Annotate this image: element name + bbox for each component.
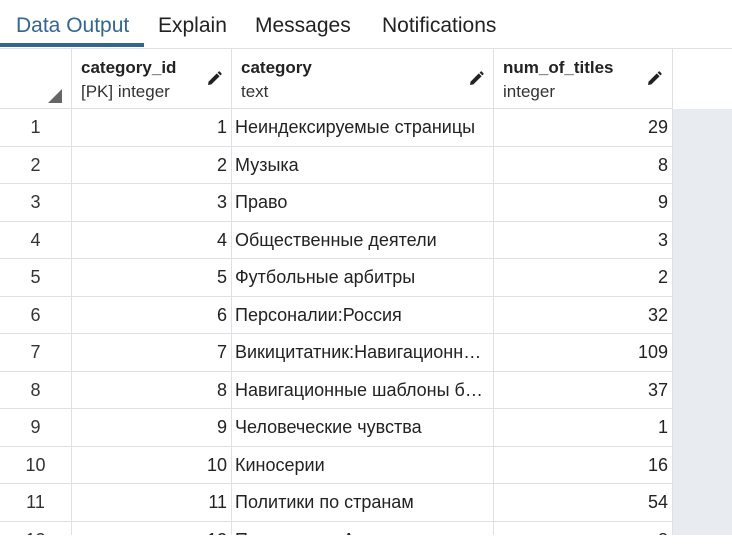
row-number[interactable]: 3 bbox=[0, 184, 72, 222]
active-tab-indicator bbox=[0, 43, 144, 47]
row-number[interactable]: 1 bbox=[0, 109, 72, 147]
cell-num-of-titles[interactable]: 9 bbox=[494, 184, 673, 222]
select-all-corner[interactable] bbox=[0, 49, 72, 109]
cell-category-id[interactable]: 5 bbox=[72, 259, 232, 297]
cell-num-of-titles[interactable]: 16 bbox=[494, 446, 673, 484]
row-number[interactable]: 4 bbox=[0, 221, 72, 259]
cell-category[interactable]: Футбольные арбитры bbox=[232, 259, 494, 297]
cell-category-id[interactable]: 8 bbox=[72, 371, 232, 409]
cell-category-id[interactable]: 4 bbox=[72, 221, 232, 259]
row-number[interactable]: 11 bbox=[0, 484, 72, 522]
cell-category-id[interactable]: 9 bbox=[72, 409, 232, 447]
column-header-num-of-titles[interactable]: num_of_titles integer bbox=[494, 49, 673, 109]
cell-num-of-titles[interactable]: 109 bbox=[494, 334, 673, 372]
cell-num-of-titles[interactable]: 8 bbox=[494, 146, 673, 184]
cell-category[interactable]: Навигационные шаблоны б… bbox=[232, 371, 494, 409]
cell-category[interactable]: Викицитатник:Навигационн… bbox=[232, 334, 494, 372]
cell-category-id[interactable]: 12 bbox=[72, 521, 232, 535]
column-type: [PK] integer bbox=[81, 82, 170, 101]
pencil-icon[interactable] bbox=[206, 71, 222, 87]
cell-num-of-titles[interactable]: 8 bbox=[494, 521, 673, 535]
corner-triangle-icon bbox=[48, 89, 62, 103]
horizontal-scroll-area[interactable] bbox=[0, 535, 732, 559]
cell-category[interactable]: Музыка bbox=[232, 146, 494, 184]
data-grid: category_id [PK] integer category text n… bbox=[0, 49, 732, 535]
column-name: category_id bbox=[81, 58, 177, 77]
cell-category-id[interactable]: 6 bbox=[72, 296, 232, 334]
column-header-category-id[interactable]: category_id [PK] integer bbox=[72, 49, 232, 109]
cell-category[interactable]: Неиндексируемые страницы bbox=[232, 109, 494, 147]
row-number[interactable]: 5 bbox=[0, 259, 72, 297]
cell-category-id[interactable]: 11 bbox=[72, 484, 232, 522]
tab-messages[interactable]: Messages bbox=[255, 0, 351, 46]
cell-num-of-titles[interactable]: 1 bbox=[494, 409, 673, 447]
cell-category-id[interactable]: 2 bbox=[72, 146, 232, 184]
grid-empty-area bbox=[673, 109, 732, 535]
column-name: num_of_titles bbox=[503, 58, 614, 77]
cell-category-id[interactable]: 3 bbox=[72, 184, 232, 222]
column-type: integer bbox=[503, 82, 555, 101]
row-number[interactable]: 2 bbox=[0, 146, 72, 184]
cell-num-of-titles[interactable]: 37 bbox=[494, 371, 673, 409]
row-number[interactable]: 7 bbox=[0, 334, 72, 372]
cell-category[interactable]: Общественные деятели bbox=[232, 221, 494, 259]
cell-category[interactable]: Человеческие чувства bbox=[232, 409, 494, 447]
cell-category[interactable]: Персоналии:Россия bbox=[232, 296, 494, 334]
tab-explain[interactable]: Explain bbox=[158, 0, 227, 46]
tab-notifications[interactable]: Notifications bbox=[382, 0, 496, 46]
cell-category[interactable]: Политики по странам bbox=[232, 484, 494, 522]
cell-category-id[interactable]: 10 bbox=[72, 446, 232, 484]
column-header-category[interactable]: category text bbox=[232, 49, 494, 109]
row-number[interactable]: 10 bbox=[0, 446, 72, 484]
pencil-icon[interactable] bbox=[468, 71, 484, 87]
row-number[interactable]: 12 bbox=[0, 521, 72, 535]
column-name: category bbox=[241, 58, 312, 77]
cell-category[interactable]: Право bbox=[232, 184, 494, 222]
row-number[interactable]: 6 bbox=[0, 296, 72, 334]
cell-num-of-titles[interactable]: 29 bbox=[494, 109, 673, 147]
cell-category-id[interactable]: 1 bbox=[72, 109, 232, 147]
cell-category[interactable]: Киносерии bbox=[232, 446, 494, 484]
row-number[interactable]: 9 bbox=[0, 409, 72, 447]
result-tabs: Data Output Explain Messages Notificatio… bbox=[0, 0, 732, 49]
cell-num-of-titles[interactable]: 32 bbox=[494, 296, 673, 334]
tab-data-output[interactable]: Data Output bbox=[16, 0, 129, 46]
cell-category[interactable]: Персоналии:Америка bbox=[232, 521, 494, 535]
row-number[interactable]: 8 bbox=[0, 371, 72, 409]
cell-num-of-titles[interactable]: 2 bbox=[494, 259, 673, 297]
pencil-icon[interactable] bbox=[646, 71, 662, 87]
cell-category-id[interactable]: 7 bbox=[72, 334, 232, 372]
cell-num-of-titles[interactable]: 54 bbox=[494, 484, 673, 522]
column-type: text bbox=[241, 82, 269, 101]
cell-num-of-titles[interactable]: 3 bbox=[494, 221, 673, 259]
